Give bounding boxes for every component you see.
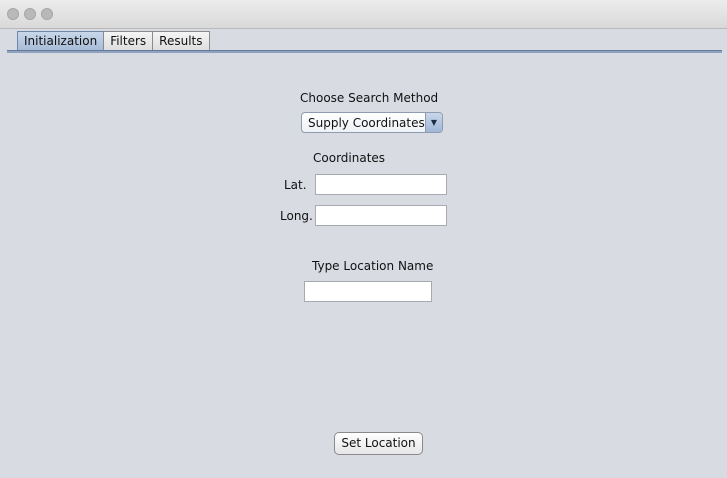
close-icon[interactable] <box>7 8 19 20</box>
search-method-label: Choose Search Method <box>300 91 439 105</box>
minimize-icon[interactable] <box>24 8 36 20</box>
tab-filters[interactable]: Filters <box>103 31 154 50</box>
zoom-icon[interactable] <box>41 8 53 20</box>
set-location-button[interactable]: Set Location <box>334 432 423 455</box>
location-name-label: Type Location Name <box>312 259 434 273</box>
lat-input[interactable] <box>315 174 447 195</box>
tab-initialization[interactable]: Initialization <box>17 31 105 50</box>
tab-bar: Initialization Filters Results <box>17 31 210 51</box>
search-method-value: Supply Coordinates <box>308 116 425 130</box>
tab-results[interactable]: Results <box>152 31 210 50</box>
app-window: Initialization Filters Results Choose Se… <box>0 0 727 478</box>
title-bar <box>0 0 727 29</box>
chevron-down-icon[interactable]: ▼ <box>425 113 442 132</box>
lat-label: Lat. <box>284 178 307 192</box>
location-name-input[interactable] <box>304 281 432 302</box>
tab-panel-border <box>7 50 722 53</box>
long-input[interactable] <box>315 205 447 226</box>
search-method-select[interactable]: Supply Coordinates ▼ <box>301 112 443 133</box>
coordinates-label: Coordinates <box>313 151 386 165</box>
long-label: Long. <box>280 209 313 223</box>
